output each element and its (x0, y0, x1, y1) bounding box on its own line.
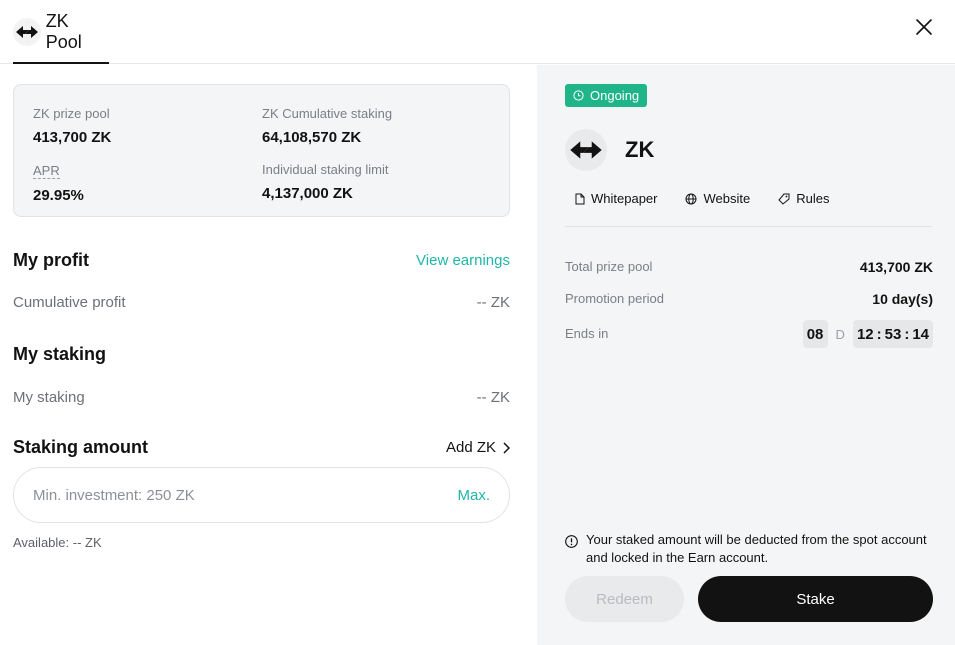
tab-zk-pool[interactable]: ZK Pool (13, 0, 109, 64)
chevron-right-icon (503, 441, 510, 454)
stat-apr: APR 29.95% (33, 162, 84, 204)
stat-value: 413,700 ZK (33, 129, 112, 146)
stake-button[interactable]: Stake (698, 576, 933, 622)
my-staking-title: My staking (13, 344, 107, 364)
tag-icon (778, 193, 790, 205)
stat-label: ZK prize pool (33, 106, 110, 121)
website-link[interactable]: Website (685, 191, 750, 206)
countdown-time: 12 : 53 : 14 (852, 320, 933, 348)
status-badge-label: Ongoing (590, 88, 640, 103)
countdown-days: 08 (802, 320, 828, 348)
info-icon (565, 535, 578, 548)
my-profit-title: My profit (13, 250, 89, 270)
apr-tooltip-label[interactable]: APR (33, 163, 60, 179)
countdown-day-unit: D (835, 326, 845, 342)
whitepaper-label: Whitepaper (591, 191, 658, 206)
clock-icon (573, 90, 584, 101)
divider (565, 226, 932, 227)
countdown-seconds: 14 (912, 325, 929, 343)
coin-name: ZK (625, 137, 655, 162)
stat-label: Individual staking limit (262, 162, 389, 177)
staking-amount-field: Max. (13, 467, 510, 523)
countdown-timer: 08 D 12 : 53 : 14 (802, 320, 933, 348)
stat-cumulative-staking: ZK Cumulative staking 64,108,570 ZK (262, 106, 392, 146)
modal-header: ZK Pool (0, 0, 955, 64)
website-label: Website (703, 191, 751, 206)
add-zk-label: Add ZK (445, 439, 496, 456)
stat-prize-pool: ZK prize pool 413,700 ZK (33, 106, 111, 146)
add-zk-link[interactable]: Add ZK (446, 439, 510, 456)
tab-title: ZK Pool (45, 11, 82, 52)
rules-label: Rules (796, 191, 830, 206)
resource-links: Whitepaper Website Rules (575, 191, 857, 206)
ends-in-label: Ends in (565, 326, 609, 341)
countdown-colon: : (904, 325, 910, 343)
cumulative-profit-value: -- ZK (476, 294, 510, 311)
stat-staking-limit: Individual staking limit 4,137,000 ZK (262, 162, 388, 202)
notice-text: Your staked amount will be deducted from… (586, 532, 927, 565)
zk-logo-icon (13, 18, 41, 46)
globe-icon (685, 193, 697, 204)
document-icon (575, 193, 585, 204)
countdown-colon: : (876, 325, 882, 343)
stat-value: 29.95% (33, 187, 84, 204)
my-staking-label: My staking (13, 389, 85, 406)
max-button[interactable]: Max. (457, 487, 490, 504)
stat-value: 4,137,000 ZK (262, 185, 353, 202)
view-earnings-link[interactable]: View earnings (416, 252, 510, 269)
tab-active-indicator (13, 62, 109, 64)
stat-value: 64,108,570 ZK (262, 129, 362, 146)
redeem-button[interactable]: Redeem (565, 576, 684, 622)
staking-amount-input[interactable] (33, 486, 458, 504)
total-pool-value: 413,700 ZK (859, 259, 933, 275)
whitepaper-link[interactable]: Whitepaper (575, 191, 657, 206)
my-staking-value: -- ZK (476, 389, 510, 406)
rules-link[interactable]: Rules (778, 191, 829, 206)
staking-notice: Your staked amount will be deducted from… (565, 531, 935, 567)
status-badge: Ongoing (565, 84, 648, 107)
total-pool-label: Total prize pool (565, 259, 653, 274)
zk-coin-icon (565, 129, 607, 171)
left-panel: ZK prize pool 413,700 ZK ZK Cumulative s… (0, 65, 537, 645)
pool-stats-card: ZK prize pool 413,700 ZK ZK Cumulative s… (13, 84, 510, 217)
staking-amount-title: Staking amount (13, 437, 149, 457)
promotion-period-value: 10 day(s) (872, 291, 933, 307)
promotion-period-label: Promotion period (565, 291, 664, 306)
countdown-hours: 12 (856, 325, 874, 343)
close-icon[interactable] (913, 16, 935, 38)
available-balance: Available: -- ZK (13, 535, 102, 550)
countdown-minutes: 53 (884, 325, 902, 343)
cumulative-profit-label: Cumulative profit (13, 294, 126, 311)
stat-label: ZK Cumulative staking (262, 106, 393, 121)
right-panel: Ongoing ZK Whitepaper Website Rules Tota… (537, 65, 955, 645)
